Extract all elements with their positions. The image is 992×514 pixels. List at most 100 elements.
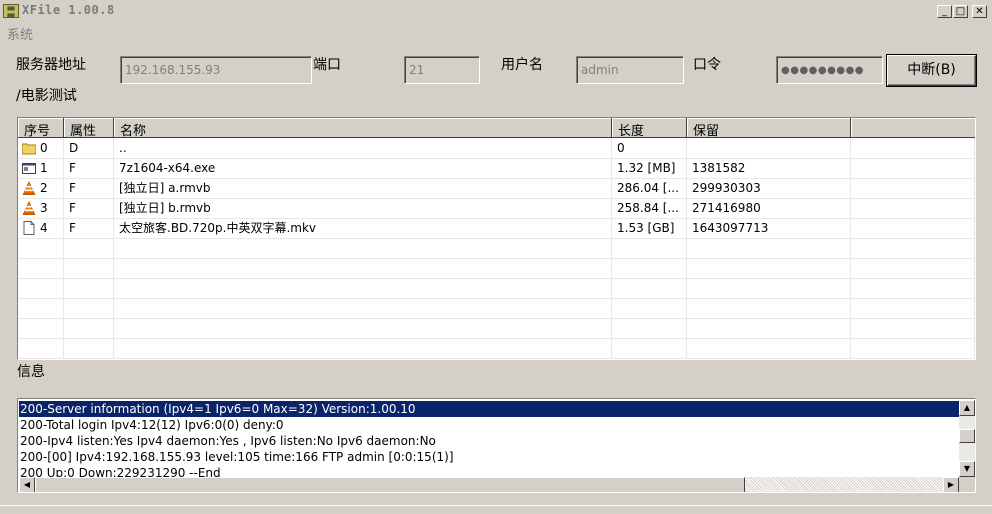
password-field[interactable]: ●●●●●●●●● bbox=[776, 56, 883, 84]
cell-length: 1.53 [GB] bbox=[612, 218, 687, 238]
cell-length: 1.32 [MB] bbox=[612, 158, 687, 178]
file-list[interactable]: 序号 属性 名称 长度 保留 0 D.. 0 1 F 7z1604-x64.exe 1.32… bbox=[17, 117, 976, 360]
scroll-right-arrow-icon[interactable]: ▶ bbox=[943, 477, 959, 492]
column-header-attribute[interactable]: 属性 bbox=[64, 118, 114, 139]
table-row[interactable]: 2 F [独立日] a.rmvb 286.04 [... 299930303 bbox=[18, 178, 975, 199]
password-label: 口令 bbox=[693, 57, 721, 73]
disconnect-button[interactable]: 中断(B) bbox=[887, 55, 976, 86]
cell-index bbox=[18, 318, 64, 338]
vlc-icon bbox=[23, 201, 35, 215]
cell-name bbox=[114, 238, 612, 258]
title-bar[interactable] bbox=[0, 0, 992, 22]
column-header-reserved[interactable]: 保留 bbox=[687, 118, 851, 139]
cell-index: 1 bbox=[18, 158, 64, 178]
cell-index: 2 bbox=[18, 178, 64, 198]
cell-name bbox=[114, 338, 612, 358]
cell-filler bbox=[851, 338, 975, 358]
server-address-field[interactable]: 192.168.155.93 bbox=[120, 56, 312, 84]
table-row[interactable] bbox=[18, 318, 975, 339]
cell-name: 7z1604-x64.exe bbox=[114, 158, 612, 178]
cell-index bbox=[18, 258, 64, 278]
cell-filler bbox=[851, 318, 975, 338]
row-index-label: 0 bbox=[40, 141, 48, 155]
cell-attribute bbox=[64, 278, 114, 298]
cell-name bbox=[114, 318, 612, 338]
cell-length bbox=[612, 318, 687, 338]
cell-filler bbox=[851, 178, 975, 198]
cell-index bbox=[18, 338, 64, 358]
table-row[interactable]: 1 F 7z1604-x64.exe 1.32 [MB] 1381582 bbox=[18, 158, 975, 179]
column-header-index[interactable]: 序号 bbox=[18, 118, 64, 139]
cell-length: 286.04 [... bbox=[612, 178, 687, 198]
folder-icon bbox=[22, 143, 36, 155]
cell-attribute: F bbox=[64, 218, 114, 238]
table-row[interactable]: 0 D.. 0 bbox=[18, 138, 975, 159]
row-index-label: 3 bbox=[40, 201, 48, 215]
window-title: XFile 1.00.8 bbox=[22, 3, 115, 17]
table-row[interactable] bbox=[18, 278, 975, 299]
column-header-filler bbox=[851, 118, 975, 138]
cell-filler bbox=[851, 138, 975, 158]
cell-attribute: D bbox=[64, 138, 114, 158]
cell-attribute bbox=[64, 318, 114, 338]
cell-reserved bbox=[687, 258, 851, 278]
cell-reserved bbox=[687, 318, 851, 338]
cell-filler bbox=[851, 258, 975, 278]
cell-length bbox=[612, 298, 687, 318]
table-row[interactable] bbox=[18, 298, 975, 319]
cell-filler bbox=[851, 218, 975, 238]
column-header-length[interactable]: 长度 bbox=[612, 118, 687, 139]
log-list[interactable]: 200-Server information (Ipv4=1 Ipv6=0 Ma… bbox=[17, 398, 976, 493]
cell-length: 258.84 [... bbox=[612, 198, 687, 218]
cell-name bbox=[114, 258, 612, 278]
horizontal-scroll-thumb[interactable] bbox=[35, 477, 745, 492]
minimize-button[interactable]: _ bbox=[937, 5, 952, 18]
maximize-button[interactable]: □ bbox=[953, 5, 968, 18]
row-index-label: 1 bbox=[40, 161, 48, 175]
cell-reserved bbox=[687, 298, 851, 318]
column-header-name[interactable]: 名称 bbox=[114, 118, 612, 139]
current-path: /电影测试 bbox=[16, 88, 77, 104]
cell-attribute bbox=[64, 338, 114, 358]
table-row[interactable]: 3 F [独立日] b.rmvb 258.84 [... 271416980 bbox=[18, 198, 975, 219]
cell-filler bbox=[851, 298, 975, 318]
cell-length bbox=[612, 258, 687, 278]
cell-length bbox=[612, 338, 687, 358]
cell-attribute bbox=[64, 298, 114, 318]
scroll-down-arrow-icon[interactable]: ▼ bbox=[959, 461, 975, 477]
cell-name: 太空旅客.BD.720p.中英双字幕.mkv bbox=[114, 218, 612, 238]
table-row[interactable] bbox=[18, 238, 975, 259]
port-label: 端口 bbox=[313, 57, 341, 73]
table-row[interactable] bbox=[18, 258, 975, 279]
menu-system[interactable]: 系统 bbox=[7, 24, 33, 43]
scroll-thumb[interactable] bbox=[959, 429, 975, 443]
cell-index: 0 bbox=[18, 138, 64, 158]
cell-attribute: F bbox=[64, 198, 114, 218]
vlc-icon bbox=[23, 181, 35, 195]
cell-name: .. bbox=[114, 138, 612, 158]
size-grip bbox=[959, 477, 975, 492]
cell-name bbox=[114, 298, 612, 318]
table-row[interactable]: 4 F 太空旅客.BD.720p.中英双字幕.mkv 1.53 [GB] 1643097… bbox=[18, 218, 975, 239]
cell-filler bbox=[851, 278, 975, 298]
cell-length: 0 bbox=[612, 138, 687, 158]
cell-name bbox=[114, 278, 612, 298]
scroll-up-arrow-icon[interactable]: ▲ bbox=[959, 400, 975, 416]
cell-reserved bbox=[687, 138, 851, 158]
log-line[interactable]: 200-Server information (Ipv4=1 Ipv6=0 Ma… bbox=[19, 401, 960, 417]
table-row[interactable] bbox=[18, 338, 975, 359]
log-line[interactable]: 200-Ipv4 listen:Yes Ipv4 daemon:Yes , Ip… bbox=[19, 433, 960, 449]
username-field[interactable]: admin bbox=[576, 56, 684, 84]
cell-index: 3 bbox=[18, 198, 64, 218]
log-line[interactable]: 200-Total login Ipv4:12(12) Ipv6:0(0) de… bbox=[19, 417, 960, 433]
close-button[interactable]: ✕ bbox=[972, 5, 987, 18]
scroll-left-arrow-icon[interactable]: ◀ bbox=[19, 477, 35, 492]
cell-index bbox=[18, 278, 64, 298]
cell-name: [独立日] a.rmvb bbox=[114, 178, 612, 198]
cell-name: [独立日] b.rmvb bbox=[114, 198, 612, 218]
info-label: 信息 bbox=[17, 364, 45, 380]
cell-index bbox=[18, 298, 64, 318]
cell-attribute bbox=[64, 238, 114, 258]
log-line[interactable]: 200-[00] Ipv4:192.168.155.93 level:105 t… bbox=[19, 449, 960, 465]
port-field[interactable]: 21 bbox=[404, 56, 480, 84]
